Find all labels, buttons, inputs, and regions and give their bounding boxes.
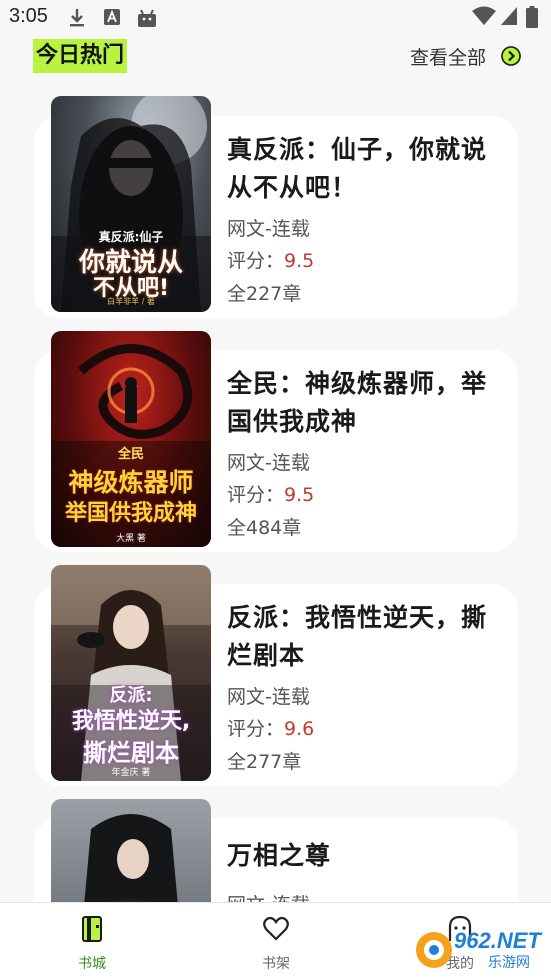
nav-item-bookstore[interactable]: 书城 [32, 903, 152, 979]
cover-subtitle: 全民 [117, 447, 144, 462]
book-category: 网文-连载 [227, 686, 310, 708]
watermark-icon [416, 932, 452, 968]
book-category: 网文-连载 [227, 452, 310, 474]
heart-icon [263, 916, 289, 941]
book-title-line2: 国供我成神 [227, 407, 358, 436]
book-title[interactable]: 万相之尊 [227, 837, 507, 875]
book-title[interactable]: 全民：神级炼器师，举 国供我成神 [227, 365, 507, 441]
score-value: 9.6 [284, 718, 315, 740]
score-label: 评分： [227, 250, 285, 272]
cover-author: 白羊非羊 / 著 [107, 297, 155, 306]
book-chapters: 全484章 [227, 517, 302, 539]
cover-title-line2: 撕烂剧本 [83, 739, 179, 767]
view-all-label: 查看全部 [409, 46, 486, 69]
book-score: 评分：9.5 [227, 246, 314, 273]
status-time: 3:05 [9, 5, 48, 27]
book-cover[interactable]: 全民 神级炼器师 举国供我成神 大黑 著 [51, 331, 211, 547]
view-all-button[interactable]: 查看全部 [410, 42, 522, 70]
book-title-line1: 真反派：仙子，你就说 [227, 135, 488, 164]
book-title-line1: 反派：我悟性逆天，撕 [227, 603, 488, 632]
android-icon [138, 9, 156, 27]
download-icon [70, 9, 84, 27]
cover-title-line1: 神级炼器师 [68, 468, 194, 497]
cover-author: 大黑 著 [116, 534, 146, 544]
signal-icon [501, 7, 517, 25]
nav-item-bookshelf[interactable]: 书架 [216, 903, 336, 979]
score-value: 9.5 [284, 250, 315, 272]
score-label: 评分： [227, 718, 285, 740]
nav-label: 书架 [262, 956, 290, 972]
section-title: 今日热门 [33, 39, 128, 73]
book-title-line2: 从不从吧！ [227, 173, 358, 202]
watermark-text: 962.NET [454, 928, 541, 953]
book-title[interactable]: 反派：我悟性逆天，撕 烂剧本 [227, 599, 507, 675]
text-a-icon [104, 9, 120, 25]
book-cover[interactable]: 反派: 我悟性逆天, 撕烂剧本 年金庆 著 [51, 565, 211, 781]
book-score: 评分：9.5 [227, 480, 314, 507]
cover-title-line2: 举国供我成神 [64, 501, 197, 526]
book-score: 评分：9.6 [227, 714, 314, 741]
wifi-icon [472, 6, 496, 25]
watermark-subtext: 乐游网 [488, 955, 530, 971]
cover-author: 年金庆 著 [111, 768, 151, 778]
book-title-line1: 全民：神级炼器师，举 [227, 369, 488, 398]
chevron-right-circle-icon [501, 46, 521, 66]
book-chapters: 全277章 [227, 751, 302, 773]
book-title-line2: 烂剧本 [227, 641, 306, 670]
score-label: 评分： [227, 484, 285, 506]
book-icon [82, 916, 102, 942]
book-cover[interactable]: 真反派:仙子 你就说从 不从吧! 白羊非羊 / 著 [51, 96, 211, 312]
book-title-line1: 万相之尊 [227, 841, 332, 870]
book-title[interactable]: 真反派：仙子，你就说 从不从吧！ [227, 131, 507, 207]
app-root: 3:05 今日热门 查看全部 真反派:仙子 你就说从 不从吧! 白羊非羊 / 著… [0, 0, 551, 979]
cover-title-line1: 我悟性逆天, [71, 709, 191, 734]
book-chapters: 全227章 [227, 283, 302, 305]
battery-icon [526, 6, 538, 28]
book-category: 网文-连载 [227, 218, 310, 240]
watermark-logo: 962.NET 乐游网 [414, 926, 546, 974]
score-value: 9.5 [284, 484, 315, 506]
status-bar: 3:05 [0, 0, 551, 38]
nav-label: 书城 [78, 956, 106, 972]
